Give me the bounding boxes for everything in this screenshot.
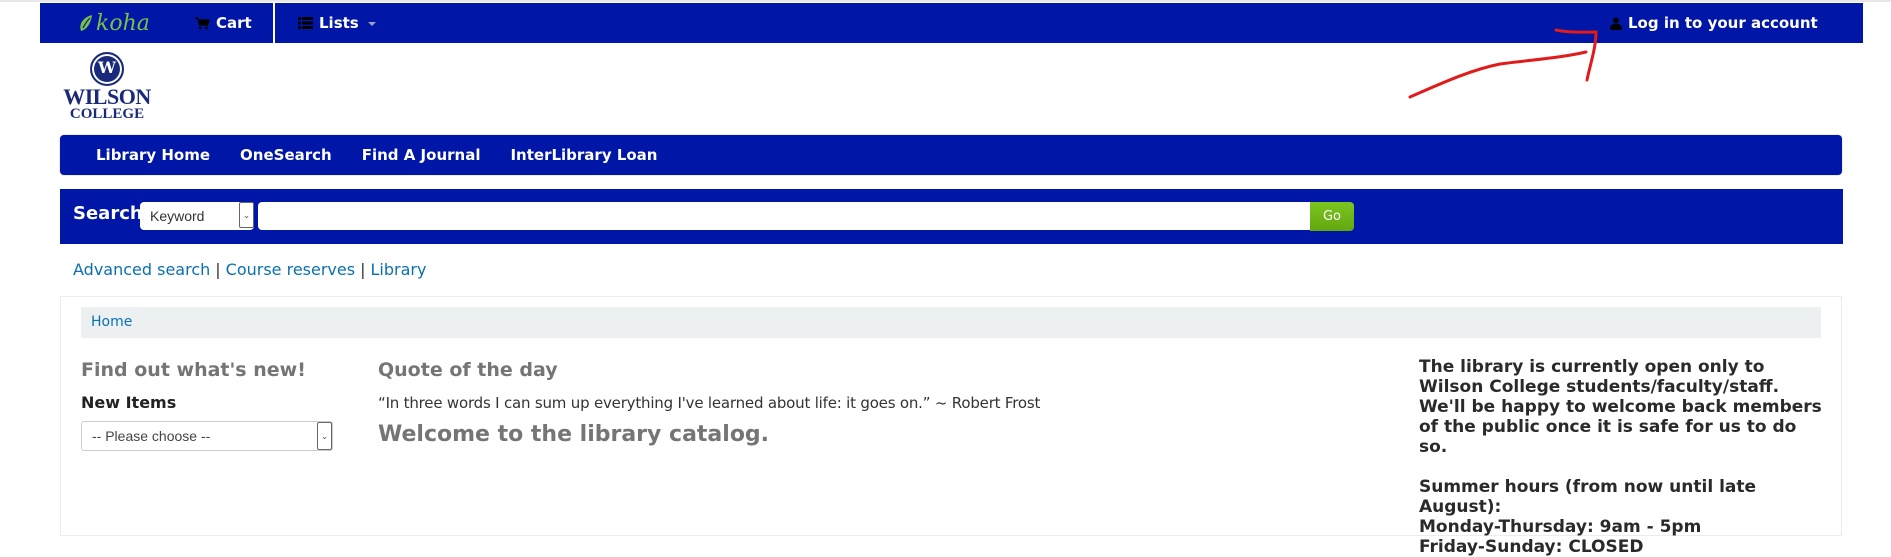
more-search-links: Advanced search | Course reserves | Library [73,260,426,279]
topbar-divider [273,3,275,43]
link-separator: | [215,260,221,279]
library-notice: The library is currently open only to Wi… [1419,357,1829,557]
nav-find-a-journal[interactable]: Find A Journal [362,146,481,164]
logo-name: WILSON [63,84,151,109]
user-icon [1610,17,1622,30]
main-navbar: Library Home OneSearch Find A Journal In… [60,135,1842,175]
hours-weekday: Monday-Thursday: 9am - 5pm [1419,517,1702,537]
annotation-stroke-long [1408,50,1588,99]
quote-text: “In three words I can sum up everything … [378,394,1041,412]
lists-label: Lists [319,14,359,32]
chevron-down-icon: ⌄ [317,422,332,450]
logo-initial: W [98,58,116,77]
center-panel: Quote of the day “In three words I can s… [378,359,1378,447]
course-reserves-link[interactable]: Course reserves [226,260,355,279]
breadcrumb: Home [81,307,1821,338]
list-icon [298,17,313,29]
cart-button[interactable]: Cart [195,3,252,43]
breadcrumb-home[interactable]: Home [91,314,132,330]
new-items-value: -- Please choose -- [92,428,211,444]
search-input[interactable] [258,202,1310,230]
cart-label: Cart [216,14,252,32]
search-type-value: Keyword [150,208,205,224]
advanced-search-link[interactable]: Advanced search [73,260,210,279]
login-link[interactable]: Log in to your account [1610,3,1818,43]
link-separator: | [360,260,366,279]
new-items-select[interactable]: -- Please choose -- ⌄ [81,421,333,451]
hours-title: Summer hours (from now until late August… [1419,477,1757,517]
library-link[interactable]: Library [370,260,426,279]
logo-sub: COLLEGE [69,106,145,122]
login-label: Log in to your account [1628,14,1818,32]
koha-logo[interactable]: koha [78,9,150,37]
search-type-select[interactable]: Keyword ⌄ [140,202,254,230]
caret-down-icon [367,22,376,26]
koha-logo-text: koha [96,10,150,36]
cart-icon [195,16,210,30]
search-label: Search [73,203,143,224]
koha-leaf-icon [80,15,92,31]
go-button[interactable]: Go [1310,202,1354,231]
top-navbar: koha Cart Lists Log in to your account [40,3,1863,43]
quote-heading: Quote of the day [378,359,558,381]
new-items-label: New Items [81,393,177,412]
notice-paragraph: The library is currently open only to Wi… [1419,357,1822,457]
nav-interlibrary-loan[interactable]: InterLibrary Loan [510,146,657,164]
nav-onesearch[interactable]: OneSearch [240,146,332,164]
logo-seal-icon: W [90,52,124,86]
whats-new-heading: Find out what's new! [81,359,306,381]
main-content: Home Find out what's new! New Items -- P… [60,296,1842,557]
chevron-down-icon: ⌄ [239,202,254,228]
whats-new-panel: Find out what's new! New Items -- Please… [81,359,341,451]
hours-weekend: Friday-Sunday: CLOSED [1419,537,1644,557]
welcome-heading: Welcome to the library catalog. [378,422,770,447]
browser-top-edge [0,0,1891,2]
search-bar: Search Keyword ⌄ Go [60,189,1843,244]
wilson-college-logo[interactable]: W WILSON COLLEGE [60,52,154,122]
nav-library-home[interactable]: Library Home [96,146,210,164]
lists-dropdown[interactable]: Lists [298,3,376,43]
